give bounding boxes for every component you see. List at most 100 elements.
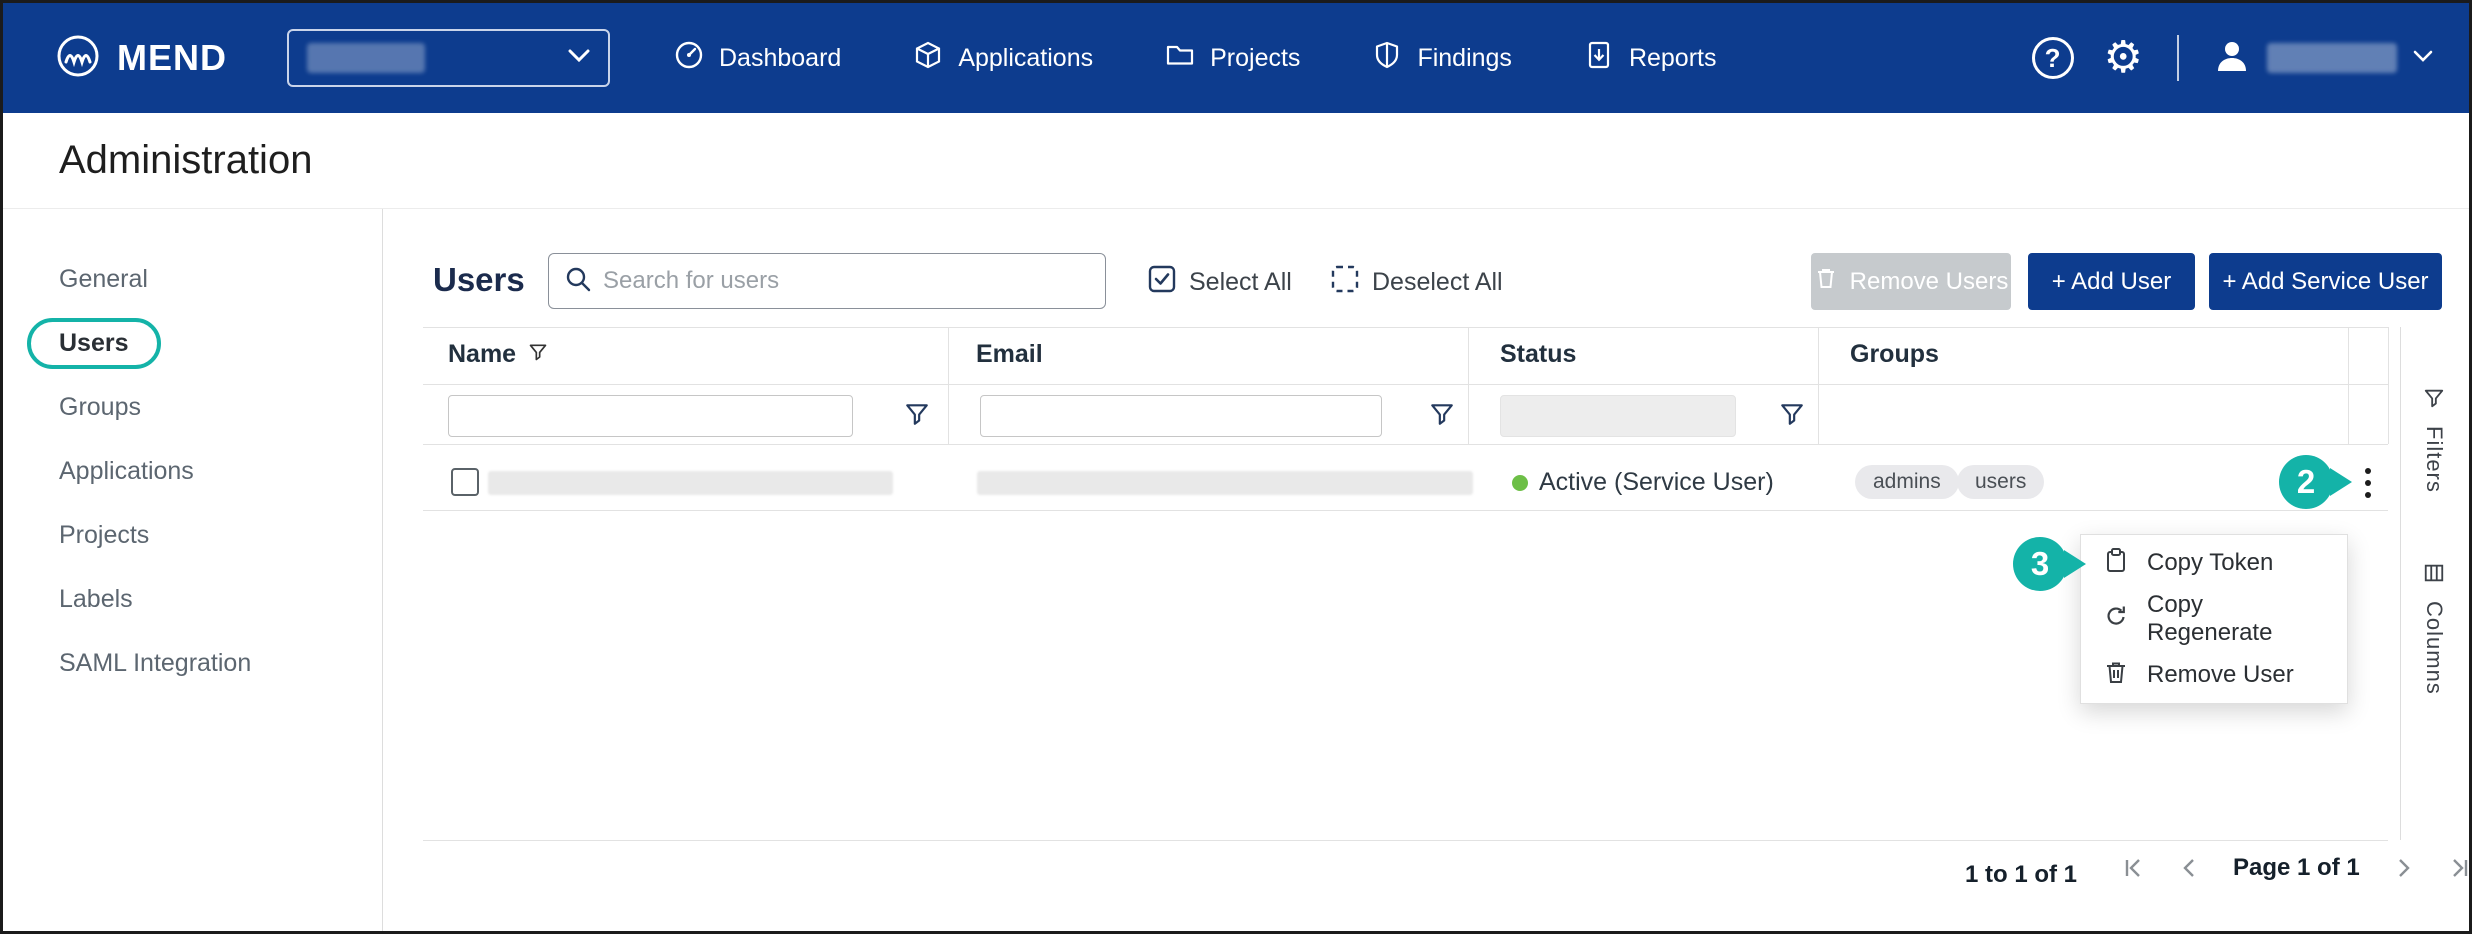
sidebar-item-saml-integration[interactable]: SAML Integration xyxy=(3,631,382,695)
clipboard-icon xyxy=(2103,547,2129,580)
columns-panel-tab[interactable]: Columns xyxy=(2401,562,2467,695)
sidebar-item-labels[interactable]: Labels xyxy=(3,567,382,631)
menu-item-copy-token[interactable]: Copy Token xyxy=(2081,535,2347,591)
status-filter-input xyxy=(1500,395,1736,437)
admin-sidebar: General Users Groups Applications Projec… xyxy=(3,209,383,931)
pagination-controls: Page 1 of 1 xyxy=(2121,854,2472,882)
column-header-name[interactable]: Name xyxy=(448,340,548,369)
deselect-all-button[interactable]: Deselect All xyxy=(1331,265,1503,300)
column-header-status[interactable]: Status xyxy=(1500,340,1576,369)
sidebar-item-general[interactable]: General xyxy=(3,247,382,311)
group-chip-users: users xyxy=(1957,465,2044,499)
select-all-button[interactable]: Select All xyxy=(1148,265,1292,300)
nav-reports[interactable]: Reports xyxy=(1584,40,1717,77)
sidebar-item-applications[interactable]: Applications xyxy=(3,439,382,503)
nav-applications[interactable]: Applications xyxy=(913,40,1093,77)
name-sort-filter-icon[interactable] xyxy=(528,340,548,369)
add-service-user-button[interactable]: + Add Service User xyxy=(2209,253,2442,310)
name-filter-icon[interactable] xyxy=(904,401,930,430)
column-divider xyxy=(1468,327,1469,444)
status-value: Active (Service User) xyxy=(1539,468,1774,497)
table-header-border xyxy=(423,384,2388,385)
nav-reports-label: Reports xyxy=(1629,44,1717,73)
nav-projects[interactable]: Projects xyxy=(1165,40,1300,77)
active-status-dot xyxy=(1512,475,1528,491)
nav-applications-label: Applications xyxy=(958,44,1093,73)
group-chip-admins: admins xyxy=(1855,465,1959,499)
column-divider xyxy=(1818,327,1819,444)
select-all-label: Select All xyxy=(1189,268,1292,297)
data-row-border xyxy=(423,510,2388,511)
applications-icon xyxy=(913,40,943,77)
gear-icon[interactable]: ⚙ xyxy=(2104,36,2143,80)
projects-folder-icon xyxy=(1165,40,1195,77)
brand: MEND xyxy=(55,33,227,84)
name-filter-input[interactable] xyxy=(448,395,853,437)
filters-funnel-icon xyxy=(2423,387,2445,414)
trash-icon xyxy=(2103,659,2129,692)
org-selector-dropdown[interactable] xyxy=(287,29,610,87)
nav-dashboard[interactable]: Dashboard xyxy=(674,40,841,77)
column-divider xyxy=(2348,327,2349,444)
row-checkbox[interactable] xyxy=(451,468,479,496)
filters-panel-tab[interactable]: Filters xyxy=(2401,387,2467,493)
user-search-box xyxy=(548,253,1106,309)
add-user-button[interactable]: + Add User xyxy=(2028,253,2195,310)
page-indicator: Page 1 of 1 xyxy=(2233,854,2360,882)
next-page-icon[interactable] xyxy=(2390,855,2416,881)
status-filter-icon[interactable] xyxy=(1779,401,1805,430)
help-icon[interactable]: ? xyxy=(2032,37,2074,79)
navbar-divider xyxy=(2177,35,2179,81)
filters-tab-label: Filters xyxy=(2421,426,2447,493)
findings-shield-icon xyxy=(1372,40,1402,77)
table-top-border xyxy=(423,327,2388,328)
user-chevron-down-icon xyxy=(2413,49,2433,67)
remove-users-label: Remove Users xyxy=(1850,268,2009,296)
sidebar-item-users[interactable]: Users xyxy=(3,311,382,375)
reports-document-icon xyxy=(1584,40,1614,77)
navbar-right: ? ⚙ xyxy=(2032,35,2433,81)
remove-users-button[interactable]: Remove Users xyxy=(1811,253,2011,310)
column-header-groups[interactable]: Groups xyxy=(1850,340,1939,369)
deselect-all-label: Deselect All xyxy=(1372,268,1503,297)
users-main-panel: Users Select All Deselect All Remove Use… xyxy=(383,209,2469,931)
regenerate-icon xyxy=(2103,603,2129,636)
columns-tab-label: Columns xyxy=(2421,601,2447,695)
redacted-user-name-cell xyxy=(488,471,893,495)
dashboard-icon xyxy=(674,40,704,77)
email-filter-icon[interactable] xyxy=(1429,401,1455,430)
users-heading: Users xyxy=(433,261,525,299)
menu-item-copy-regenerate[interactable]: Copy Regenerate xyxy=(2081,591,2347,647)
step-2-annotation: 2 xyxy=(2279,455,2352,509)
nav-findings[interactable]: Findings xyxy=(1372,40,1512,77)
previous-page-icon[interactable] xyxy=(2177,855,2203,881)
page-title: Administration xyxy=(59,138,312,183)
nav-projects-label: Projects xyxy=(1210,44,1300,73)
right-panel-strip: Filters Columns xyxy=(2400,327,2466,840)
copy-regenerate-label: Copy Regenerate xyxy=(2147,591,2325,647)
step-3-annotation: 3 xyxy=(2013,537,2086,591)
brand-name: MEND xyxy=(117,37,227,79)
app-window: MEND Dashboard Applications xyxy=(0,0,2472,934)
column-divider xyxy=(948,327,949,444)
table-right-border xyxy=(2388,327,2389,444)
step-2-arrow xyxy=(2330,468,2352,496)
column-header-email[interactable]: Email xyxy=(976,340,1043,369)
add-service-user-label: + Add Service User xyxy=(2222,268,2428,296)
last-page-icon[interactable] xyxy=(2446,855,2472,881)
top-navbar: MEND Dashboard Applications xyxy=(3,3,2469,113)
pagination-separator xyxy=(423,840,2388,841)
row-actions-kebab-icon[interactable] xyxy=(2355,460,2381,506)
chevron-down-icon xyxy=(568,49,590,67)
avatar-icon xyxy=(2213,37,2251,80)
deselect-all-icon xyxy=(1331,265,1359,300)
menu-item-remove-user[interactable]: Remove User xyxy=(2081,647,2347,703)
first-page-icon[interactable] xyxy=(2121,855,2147,881)
search-input[interactable] xyxy=(603,267,1089,295)
sidebar-item-groups[interactable]: Groups xyxy=(3,375,382,439)
step-3-badge: 3 xyxy=(2013,537,2067,591)
main-nav: Dashboard Applications Projects Findings xyxy=(674,40,1716,77)
sidebar-item-projects[interactable]: Projects xyxy=(3,503,382,567)
email-filter-input[interactable] xyxy=(980,395,1382,437)
user-menu[interactable] xyxy=(2213,37,2433,80)
